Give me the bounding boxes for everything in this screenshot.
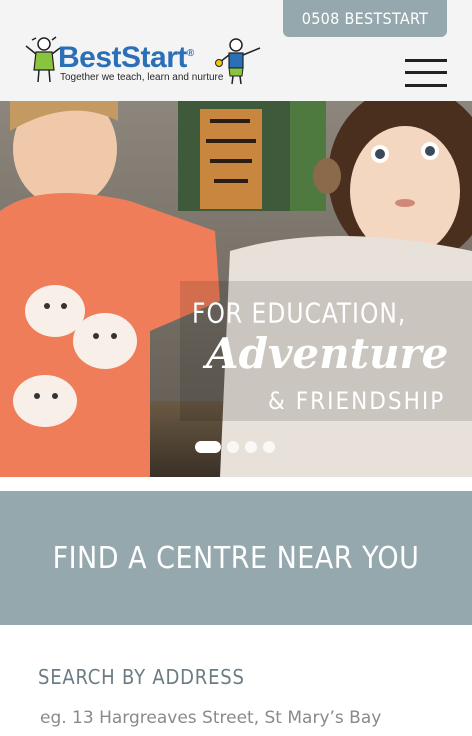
carousel-dot-2[interactable] xyxy=(227,441,239,453)
hero-line-2: Adventure xyxy=(206,329,449,378)
carousel-dot-1[interactable] xyxy=(195,441,221,453)
beststart-logo[interactable]: BestStart® Together we teach, learn and … xyxy=(24,36,268,88)
find-centre-banner[interactable]: FIND A CENTRE NEAR YOU xyxy=(0,491,472,625)
section-divider xyxy=(0,477,472,491)
brand-name: BestStart® xyxy=(58,41,194,74)
site-header: 0508 BESTSTART BestStart® Together we te… xyxy=(0,0,472,101)
hero-tagline: FOR EDUCATION, Adventure & FRIENDSHIP xyxy=(0,101,472,477)
brand-tagline: Together we teach, learn and nurture xyxy=(60,72,224,83)
search-section: SEARCH BY ADDRESS xyxy=(0,625,472,735)
search-by-address-label: SEARCH BY ADDRESS xyxy=(38,665,245,689)
carousel-pagination xyxy=(195,441,275,453)
hero-line-3: & FRIENDSHIP xyxy=(268,387,446,415)
hero-carousel[interactable]: FOR EDUCATION, Adventure & FRIENDSHIP xyxy=(0,101,472,477)
carousel-dot-4[interactable] xyxy=(263,441,275,453)
registered-mark: ® xyxy=(186,48,194,59)
phone-call-button[interactable]: 0508 BESTSTART xyxy=(283,0,447,37)
hero-line-1: FOR EDUCATION, xyxy=(192,298,407,330)
hamburger-menu-icon[interactable] xyxy=(405,59,447,87)
carousel-dot-3[interactable] xyxy=(245,441,257,453)
address-search-input[interactable] xyxy=(30,703,460,733)
find-centre-title: FIND A CENTRE NEAR YOU xyxy=(52,540,420,576)
